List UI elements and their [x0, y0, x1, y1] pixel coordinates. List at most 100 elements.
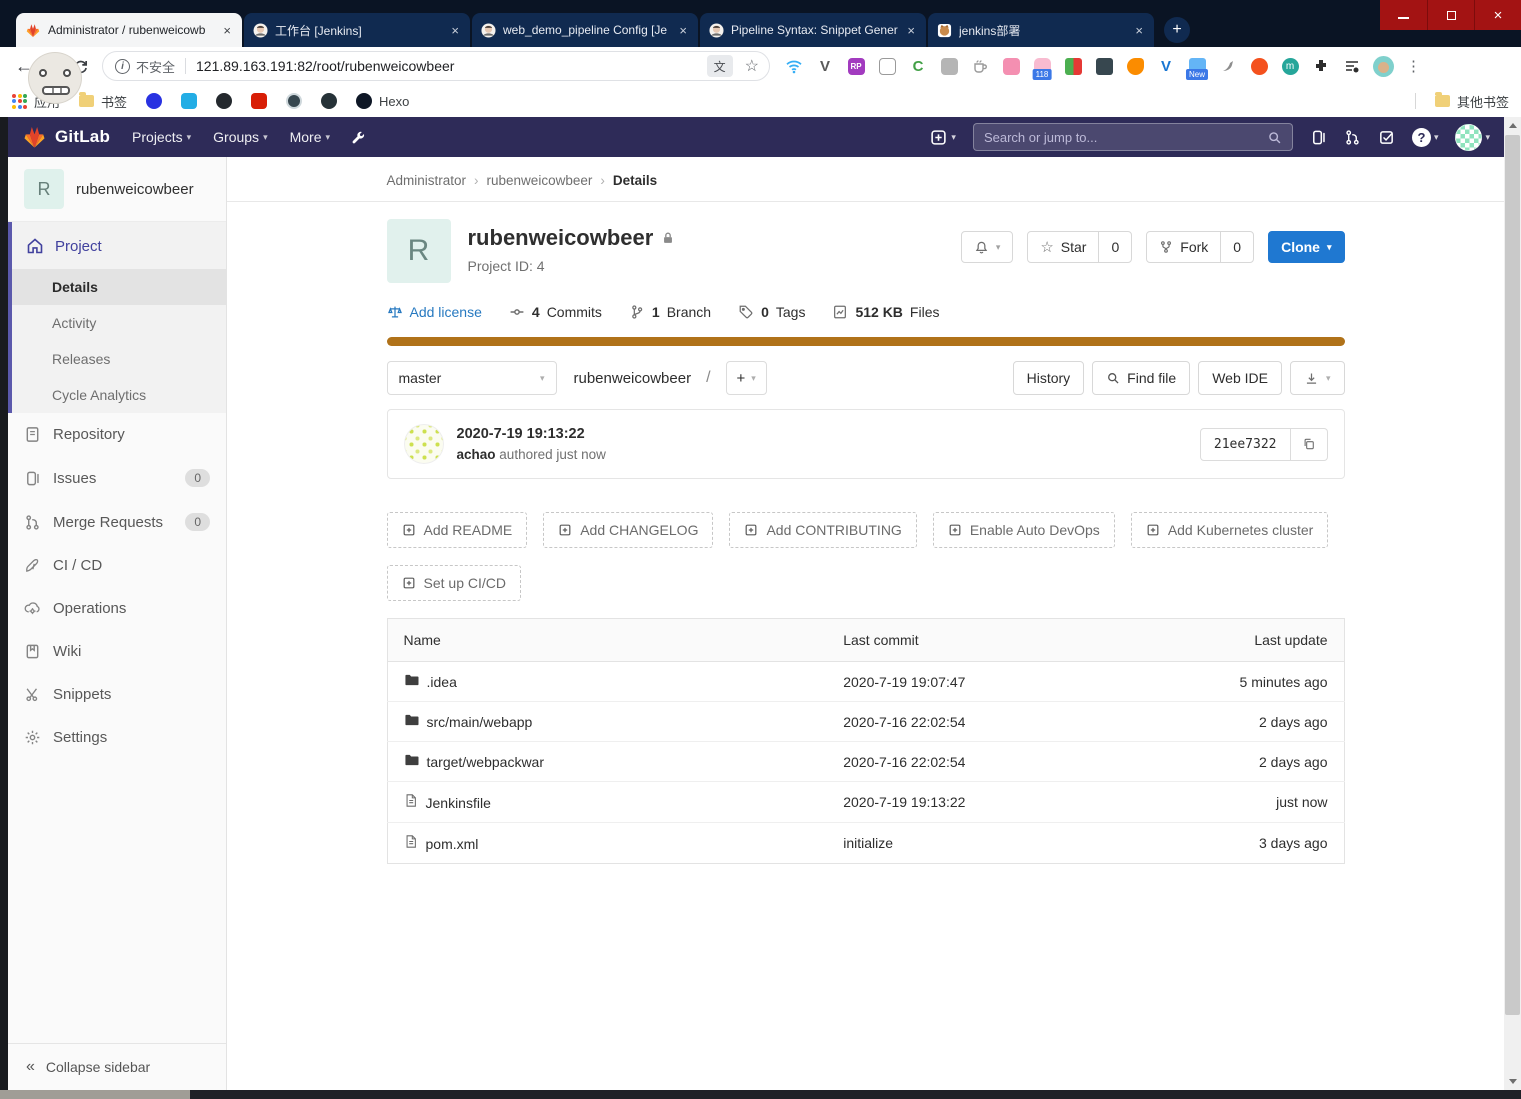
merge-requests-shortcut-button[interactable]	[1344, 129, 1361, 146]
tab-close-icon[interactable]: ×	[221, 23, 233, 38]
puzzle-extension-icon[interactable]	[1311, 56, 1331, 76]
bookmark-bilibili[interactable]	[181, 93, 198, 109]
bookmark-github[interactable]	[216, 93, 233, 109]
tab-jenkins-dashboard[interactable]: 工作台 [Jenkins] ×	[244, 13, 470, 47]
sidebar-project-header[interactable]: R rubenweicowbeer	[8, 157, 226, 222]
commits-stat[interactable]: 4 Commits	[509, 304, 602, 320]
url-text[interactable]: 121.89.163.191:82/root/rubenweicowbeer	[196, 58, 707, 74]
crane-extension-icon[interactable]	[1218, 56, 1238, 76]
tab-pipeline-syntax[interactable]: Pipeline Syntax: Snippet Gener ×	[700, 13, 926, 47]
scroll-down-arrow[interactable]	[1504, 1073, 1521, 1090]
tab-close-icon[interactable]: ×	[905, 23, 917, 38]
commit-title[interactable]: 2020-7-19 19:13:22	[457, 426, 606, 442]
profile-avatar[interactable]	[1373, 55, 1394, 77]
nav-projects-menu[interactable]: Projects ▾	[132, 129, 191, 145]
breadcrumb-root[interactable]: Administrator	[387, 173, 467, 188]
admin-area-button[interactable]	[350, 129, 367, 146]
wifi-extension-icon[interactable]	[784, 56, 804, 76]
files-size-stat[interactable]: 512 KB Files	[832, 304, 939, 320]
site-info-icon[interactable]: i	[115, 58, 130, 74]
fork-button[interactable]: Fork	[1147, 232, 1220, 262]
user-menu-button[interactable]: ▾	[1455, 123, 1490, 151]
file-extension-icon[interactable]	[939, 56, 959, 76]
todos-shortcut-button[interactable]	[1378, 129, 1395, 146]
sidebar-item-project[interactable]: Project	[8, 222, 226, 269]
bookmark-hexo[interactable]: Hexo	[356, 93, 409, 109]
history-button[interactable]: History	[1012, 361, 1085, 395]
sidebar-item-operations[interactable]: Operations	[8, 587, 226, 630]
web-ide-button[interactable]: Web IDE	[1198, 361, 1282, 395]
issues-shortcut-button[interactable]	[1310, 129, 1327, 146]
find-file-button[interactable]: Find file	[1092, 361, 1191, 395]
cat-extension-icon[interactable]: 118	[1032, 56, 1052, 80]
global-search[interactable]	[972, 123, 1293, 151]
add-readme-button[interactable]: Add README	[386, 512, 528, 548]
notifications-button[interactable]: ▾	[960, 231, 1014, 263]
commit-author[interactable]: achao	[457, 447, 496, 462]
last-commit-link[interactable]: 2020-7-19 19:13:22	[827, 781, 1191, 823]
terminal-extension-icon[interactable]	[1094, 56, 1114, 76]
bookmark-dark[interactable]	[321, 93, 338, 109]
coffee-extension-icon[interactable]	[970, 56, 990, 76]
address-bar[interactable]: i 不安全 121.89.163.191:82/root/rubenweicow…	[102, 51, 770, 81]
pen-extension-icon[interactable]	[1125, 56, 1145, 76]
sidebar-item-releases[interactable]: Releases	[8, 341, 226, 377]
bookmark-star-icon[interactable]: ☆	[741, 56, 763, 76]
fork-count[interactable]: 0	[1220, 232, 1253, 262]
sidebar-item-wiki[interactable]: Wiki	[8, 630, 226, 673]
add-file-dropdown[interactable]: + ▾	[725, 361, 767, 395]
maximize-button[interactable]	[1427, 0, 1474, 30]
add-contributing-button[interactable]: Add CONTRIBUTING	[729, 512, 917, 548]
breadcrumb-project[interactable]: rubenweicowbeer	[487, 173, 593, 188]
doc-extension-icon[interactable]	[877, 56, 897, 76]
grid-extension-icon[interactable]	[1063, 56, 1083, 76]
page-scrollbar[interactable]	[1504, 117, 1521, 1090]
close-button[interactable]: ×	[1474, 0, 1521, 30]
bookmark-folder[interactable]: 书签	[79, 92, 127, 111]
file-name-link[interactable]: .idea	[427, 674, 457, 690]
table-row[interactable]: pom.xml initialize 3 days ago	[387, 822, 1344, 864]
sidebar-item-activity[interactable]: Activity	[8, 305, 226, 341]
browser-menu-icon[interactable]: ⋮	[1406, 57, 1421, 75]
tags-stat[interactable]: 0 Tags	[738, 304, 805, 320]
last-commit-link[interactable]: initialize	[827, 822, 1191, 864]
new-tab-button[interactable]: +	[1164, 17, 1190, 43]
gitlab-brand[interactable]: GitLab	[22, 125, 110, 149]
sidebar-item-cycle-analytics[interactable]: Cycle Analytics	[8, 377, 226, 413]
bookmark-globe[interactable]	[286, 93, 303, 109]
star-button[interactable]: ☆ Star	[1028, 232, 1098, 262]
file-name-link[interactable]: src/main/webapp	[427, 714, 533, 730]
other-bookmarks[interactable]: 其他书签	[1434, 92, 1509, 111]
table-row[interactable]: src/main/webapp 2020-7-16 22:02:54 2 day…	[387, 701, 1344, 742]
sidebar-item-snippets[interactable]: Snippets	[8, 673, 226, 716]
sidebar-item-settings[interactable]: Settings	[8, 716, 226, 759]
tab-close-icon[interactable]: ×	[449, 23, 461, 38]
setup-cicd-button[interactable]: Set up CI/CD	[386, 565, 521, 601]
vimium-extension-icon[interactable]: V	[815, 56, 835, 76]
table-row[interactable]: .idea 2020-7-19 19:07:47 5 minutes ago	[387, 662, 1344, 702]
last-commit-link[interactable]: 2020-7-19 19:07:47	[827, 662, 1191, 702]
tab-gitlab[interactable]: Administrator / rubenweicowb ×	[16, 13, 242, 47]
nav-groups-menu[interactable]: Groups ▾	[213, 129, 267, 145]
new-extension-icon[interactable]: New	[1185, 56, 1209, 80]
tab-close-icon[interactable]: ×	[677, 23, 689, 38]
tab-pipeline-config[interactable]: web_demo_pipeline Config [Je ×	[472, 13, 698, 47]
copy-sha-button[interactable]	[1290, 427, 1328, 461]
orange-extension-icon[interactable]	[1249, 56, 1269, 76]
bookmark-gitee[interactable]	[251, 93, 268, 109]
c-extension-icon[interactable]: C	[908, 56, 928, 76]
tv-extension-icon[interactable]	[1001, 56, 1021, 76]
nav-more-menu[interactable]: More ▾	[290, 129, 330, 145]
last-commit-link[interactable]: 2020-7-16 22:02:54	[827, 741, 1191, 782]
file-name-link[interactable]: pom.xml	[426, 836, 479, 852]
tab-close-icon[interactable]: ×	[1133, 23, 1145, 38]
minimize-button[interactable]	[1380, 0, 1427, 30]
tab-jenkins-deploy[interactable]: jenkins部署 ×	[928, 13, 1154, 47]
sidebar-item-details[interactable]: Details	[8, 269, 226, 305]
bookmark-baidu[interactable]	[146, 93, 163, 109]
search-input[interactable]	[983, 129, 1267, 145]
scrollbar-thumb[interactable]	[1505, 135, 1520, 1015]
clone-button[interactable]: Clone ▾	[1268, 231, 1345, 263]
file-name-link[interactable]: target/webpackwar	[427, 754, 545, 770]
branches-stat[interactable]: 1 Branch	[629, 304, 711, 320]
